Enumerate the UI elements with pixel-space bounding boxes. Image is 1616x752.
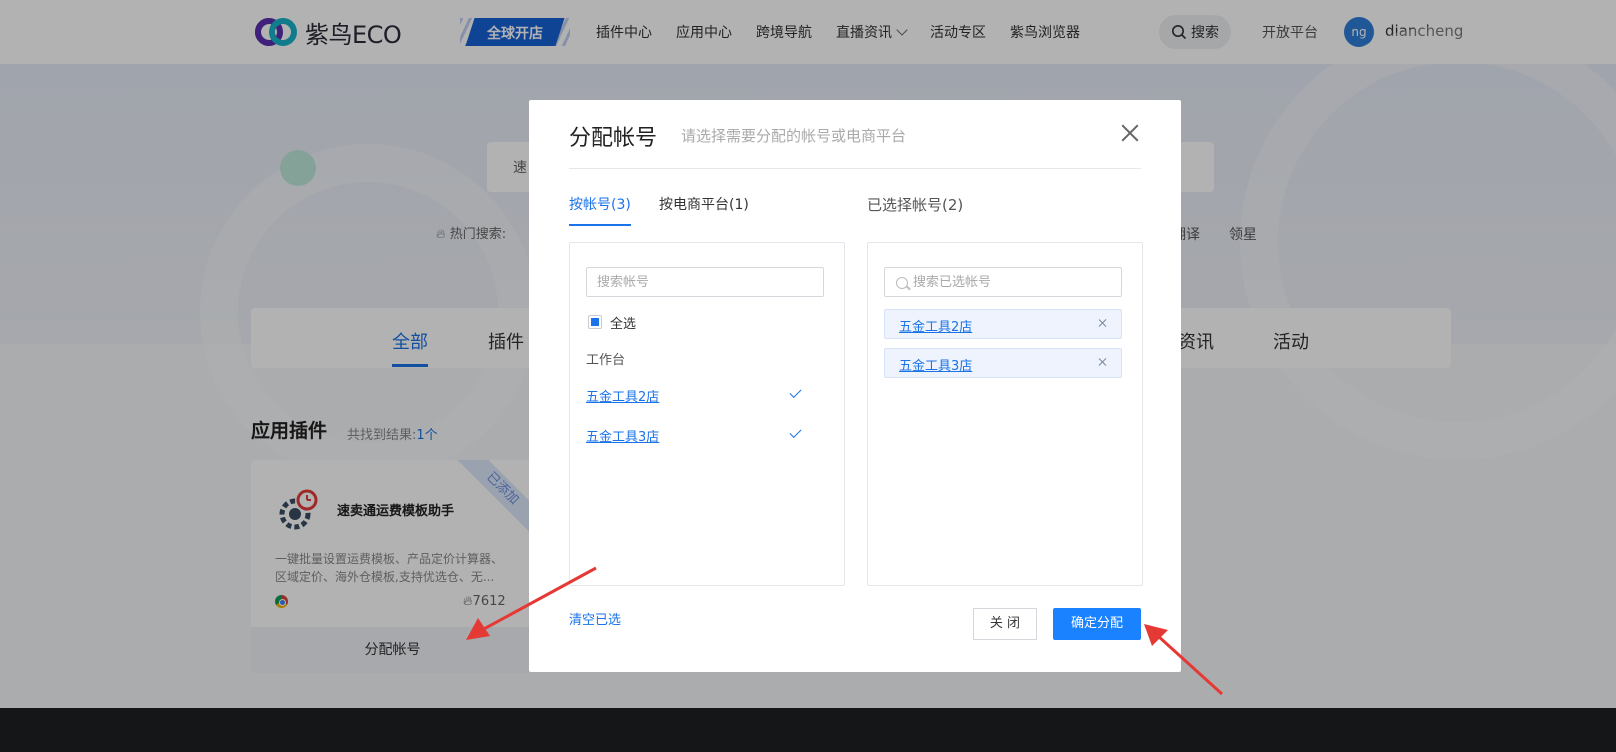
tab-by-platform[interactable]: 按电商平台(1) — [659, 194, 749, 214]
close-icon[interactable] — [1119, 122, 1141, 144]
select-all-label[interactable]: 全选 — [610, 313, 636, 332]
remove-icon[interactable] — [1097, 356, 1109, 368]
account-item[interactable]: 五金工具3店 — [586, 426, 659, 445]
check-icon — [789, 385, 802, 399]
confirm-assign-button[interactable]: 确定分配 — [1053, 608, 1141, 640]
assign-account-dialog: 分配帐号 请选择需要分配的帐号或电商平台 按帐号(3) 按电商平台(1) 已选择… — [529, 100, 1181, 672]
group-label: 工作台 — [586, 353, 626, 368]
dialog-divider — [569, 168, 1141, 169]
selected-accounts-header: 已选择帐号(2) — [867, 196, 964, 214]
account-list-panel: 全选 工作台 五金工具2店 五金工具3店 — [569, 242, 845, 586]
selected-account-name[interactable]: 五金工具3店 — [899, 355, 972, 374]
close-button[interactable]: 关 闭 — [973, 608, 1037, 640]
selected-account-name[interactable]: 五金工具2店 — [899, 316, 972, 335]
account-item[interactable]: 五金工具2店 — [586, 386, 659, 405]
selected-search-input[interactable] — [884, 267, 1122, 297]
dialog-subtitle: 请选择需要分配的帐号或电商平台 — [681, 127, 907, 145]
remove-icon[interactable] — [1097, 317, 1109, 329]
selected-account-chip: 五金工具2店 — [884, 309, 1122, 339]
account-search-input[interactable] — [586, 267, 824, 297]
selected-account-chip: 五金工具3店 — [884, 348, 1122, 378]
check-icon — [789, 425, 802, 439]
selected-accounts-panel: 五金工具2店 五金工具3店 — [867, 242, 1143, 586]
search-icon — [896, 277, 908, 289]
select-all-checkbox[interactable] — [588, 315, 602, 329]
dialog-title: 分配帐号 — [569, 126, 658, 151]
clear-selected-link[interactable]: 清空已选 — [569, 609, 621, 628]
tab-by-account[interactable]: 按帐号(3) — [569, 194, 631, 226]
